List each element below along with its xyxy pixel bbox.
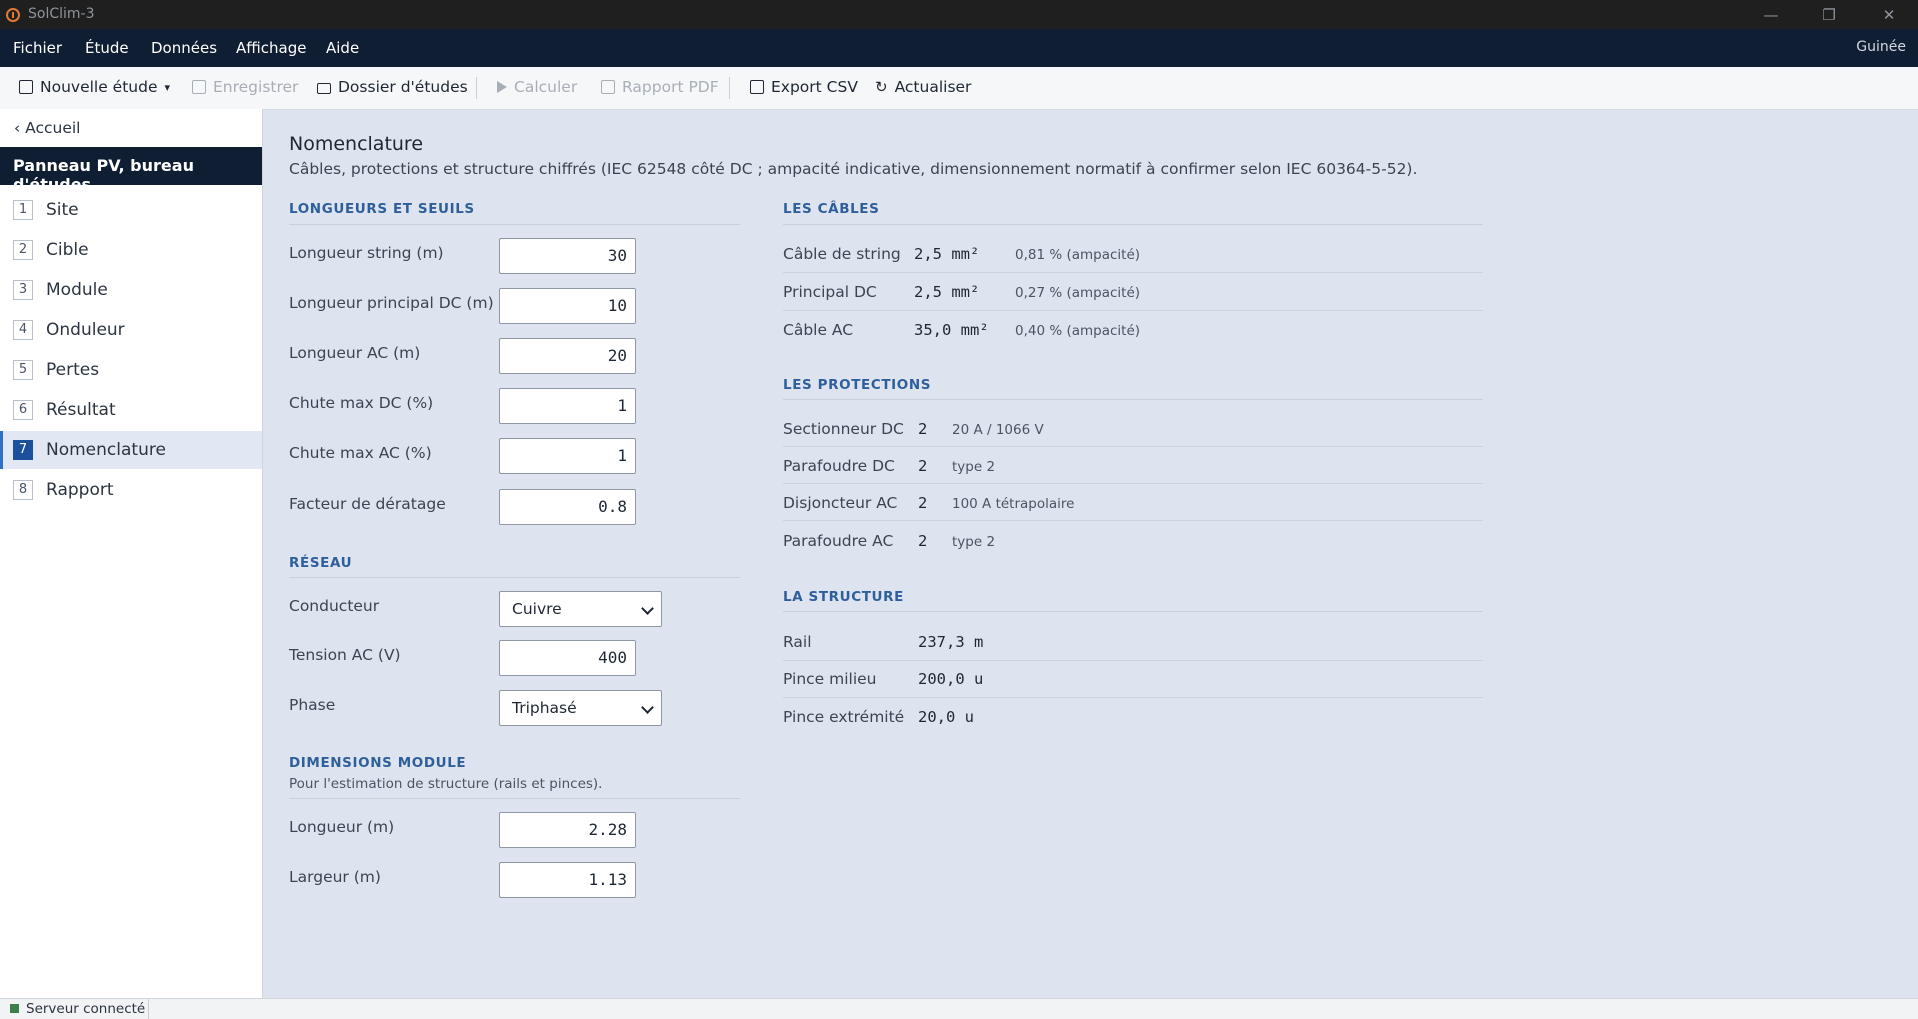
- sidebar: ‹ Accueil Panneau PV, bureau d'études 1 …: [0, 109, 263, 998]
- status-bar: Serveur connecté: [0, 998, 1918, 1019]
- section-cables-heading: LES CÂBLES: [783, 201, 880, 217]
- dc-max-drop-input[interactable]: 1: [499, 388, 636, 424]
- export-csv-button[interactable]: Export CSV: [750, 78, 858, 96]
- row-divider: [783, 697, 1483, 698]
- study-folder-button[interactable]: Dossier d'études: [317, 78, 468, 96]
- field-label: Phase: [289, 696, 336, 714]
- field-label: Longueur string (m): [289, 244, 444, 262]
- chevron-left-icon: ‹: [14, 119, 21, 137]
- section-divider: [289, 577, 740, 578]
- status-text: Serveur connecté: [26, 1001, 146, 1017]
- title-bar: SolClim-3 — ❐ ✕: [0, 0, 1918, 29]
- section-divider: [289, 798, 740, 799]
- field-label: Longueur AC (m): [289, 344, 421, 362]
- region-indicator: Guinée: [1856, 39, 1906, 55]
- restore-icon[interactable]: ❐: [1800, 0, 1858, 29]
- section-lengths-heading: LONGUEURS ET SEUILS: [289, 201, 475, 217]
- status-separator: [148, 999, 149, 1019]
- play-icon: [497, 81, 507, 93]
- row-divider: [783, 660, 1483, 661]
- save-button[interactable]: Enregistrer: [192, 78, 298, 96]
- field-label: Chute max DC (%): [289, 394, 434, 412]
- section-note: Pour l'estimation de structure (rails et…: [289, 776, 603, 792]
- section-divider: [783, 611, 1483, 612]
- row-divider: [783, 272, 1483, 273]
- chevron-down-icon: [641, 701, 654, 714]
- field-label: Conducteur: [289, 597, 380, 615]
- folder-icon: [317, 82, 331, 94]
- main-content: Nomenclature Câbles, protections et stru…: [263, 109, 1918, 998]
- sidebar-step-pertes[interactable]: 5 Pertes: [0, 351, 262, 389]
- toolbar-separator: [729, 77, 730, 99]
- compute-button[interactable]: Calculer: [497, 78, 577, 96]
- field-label: Longueur principal DC (m): [289, 294, 494, 312]
- module-length-input[interactable]: 2.28: [499, 812, 636, 848]
- dc-main-length-input[interactable]: 10: [499, 288, 636, 324]
- app-title: SolClim-3: [28, 6, 95, 22]
- chevron-down-icon: ▾: [164, 80, 171, 94]
- field-label: Largeur (m): [289, 868, 381, 886]
- section-structure-heading: LA STRUCTURE: [783, 589, 904, 605]
- sidebar-step-nomenclature[interactable]: 7 Nomenclature: [0, 431, 262, 469]
- menu-affichage[interactable]: Affichage: [236, 39, 306, 57]
- toolbar-separator: [476, 77, 477, 99]
- close-icon[interactable]: ✕: [1860, 0, 1918, 29]
- page-title: Nomenclature: [289, 133, 424, 155]
- conductor-select[interactable]: Cuivre: [499, 591, 662, 627]
- sidebar-step-cible[interactable]: 2 Cible: [0, 231, 262, 269]
- refresh-icon: ↻: [875, 78, 888, 96]
- phase-select[interactable]: Triphasé: [499, 690, 662, 726]
- row-divider: [783, 483, 1483, 484]
- section-network-heading: RÉSEAU: [289, 555, 353, 571]
- section-module-dims-heading: DIMENSIONS MODULE: [289, 755, 467, 771]
- new-study-button[interactable]: Nouvelle étude ▾: [19, 78, 170, 96]
- menu-fichier[interactable]: Fichier: [13, 39, 62, 57]
- ac-length-input[interactable]: 20: [499, 338, 636, 374]
- minimize-icon[interactable]: —: [1742, 0, 1800, 29]
- field-label: Facteur de dératage: [289, 495, 446, 513]
- field-label: Longueur (m): [289, 818, 395, 836]
- ac-voltage-input[interactable]: 400: [499, 640, 636, 676]
- section-protections-heading: LES PROTECTIONS: [783, 377, 932, 393]
- string-length-input[interactable]: 30: [499, 238, 636, 274]
- sidebar-step-onduleur[interactable]: 4 Onduleur: [0, 311, 262, 349]
- section-divider: [783, 224, 1483, 225]
- sidebar-step-site[interactable]: 1 Site: [0, 191, 262, 229]
- menu-etude[interactable]: Étude: [85, 39, 129, 57]
- page-subtitle: Câbles, protections et structure chiffré…: [289, 160, 1418, 178]
- pdf-report-button[interactable]: Rapport PDF: [601, 78, 719, 96]
- row-divider: [783, 520, 1483, 521]
- refresh-button[interactable]: ↻ Actualiser: [875, 78, 971, 96]
- section-divider: [289, 224, 740, 225]
- connection-status-icon: [10, 1004, 19, 1013]
- field-label: Chute max AC (%): [289, 444, 432, 462]
- app-logo-icon: [6, 8, 20, 22]
- row-divider: [783, 446, 1483, 447]
- chevron-down-icon: [641, 602, 654, 615]
- module-width-input[interactable]: 1.13: [499, 862, 636, 898]
- sidebar-step-resultat[interactable]: 6 Résultat: [0, 391, 262, 429]
- section-divider: [783, 399, 1483, 400]
- sidebar-step-rapport[interactable]: 8 Rapport: [0, 471, 262, 509]
- row-divider: [783, 310, 1483, 311]
- toolbar: Nouvelle étude ▾ Enregistrer Dossier d'é…: [0, 67, 1918, 110]
- new-document-icon: [19, 80, 33, 94]
- field-label: Tension AC (V): [289, 646, 401, 664]
- pdf-icon: [601, 80, 615, 94]
- menu-aide[interactable]: Aide: [326, 39, 359, 57]
- derating-factor-input[interactable]: 0.8: [499, 489, 636, 525]
- back-link[interactable]: ‹ Accueil: [14, 119, 81, 137]
- ac-max-drop-input[interactable]: 1: [499, 438, 636, 474]
- table-icon: [750, 80, 764, 94]
- sidebar-step-module[interactable]: 3 Module: [0, 271, 262, 309]
- menu-donnees[interactable]: Données: [151, 39, 217, 57]
- save-icon: [192, 80, 206, 94]
- study-name: Panneau PV, bureau d'études: [0, 147, 262, 194]
- menu-bar: Fichier Étude Données Affichage Aide Gui…: [0, 29, 1918, 67]
